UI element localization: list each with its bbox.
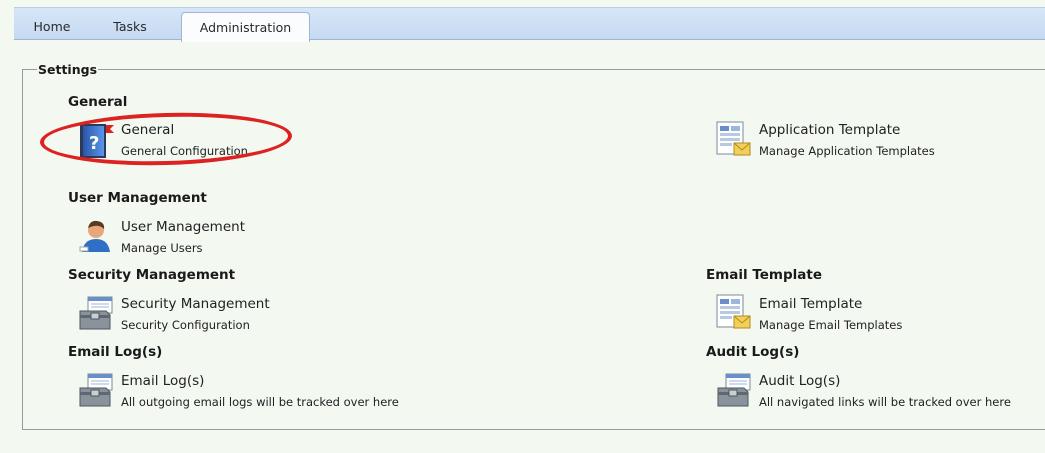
tab-tasks[interactable]: Tasks xyxy=(102,12,158,41)
application-template-link[interactable]: Application Template xyxy=(759,122,900,138)
section-heading-general: General xyxy=(68,94,128,110)
email-template-link[interactable]: Email Template xyxy=(759,296,862,312)
security-management-description: Security Configuration xyxy=(121,318,250,332)
settings-legend: Settings xyxy=(38,62,98,77)
audit-logs-description: All navigated links will be tracked over… xyxy=(759,395,1011,409)
tab-home[interactable]: Home xyxy=(24,12,80,41)
section-heading-user-management: User Management xyxy=(68,190,207,206)
user-management-description: Manage Users xyxy=(121,241,203,255)
security-management-link[interactable]: Security Management xyxy=(121,296,270,312)
template-document-icon[interactable] xyxy=(716,294,752,330)
user-management-link[interactable]: User Management xyxy=(121,219,245,235)
section-heading-email-logs: Email Log(s) xyxy=(68,344,163,360)
toolbox-icon[interactable] xyxy=(78,295,114,331)
section-heading-security-management: Security Management xyxy=(68,267,236,283)
section-heading-email-template: Email Template xyxy=(706,267,823,283)
toolbox-icon[interactable] xyxy=(716,372,752,408)
email-logs-link[interactable]: Email Log(s) xyxy=(121,373,204,389)
user-icon[interactable] xyxy=(78,217,114,253)
application-template-description: Manage Application Templates xyxy=(759,144,935,158)
email-logs-description: All outgoing email logs will be tracked … xyxy=(121,395,399,409)
email-template-description: Manage Email Templates xyxy=(759,318,903,332)
tab-administration[interactable]: Administration xyxy=(181,12,310,42)
audit-logs-link[interactable]: Audit Log(s) xyxy=(759,373,840,389)
tab-bar: Home Tasks Administration xyxy=(14,7,1045,42)
section-heading-audit-logs: Audit Log(s) xyxy=(706,344,800,360)
toolbox-icon[interactable] xyxy=(78,372,114,408)
template-document-icon[interactable] xyxy=(716,121,752,157)
